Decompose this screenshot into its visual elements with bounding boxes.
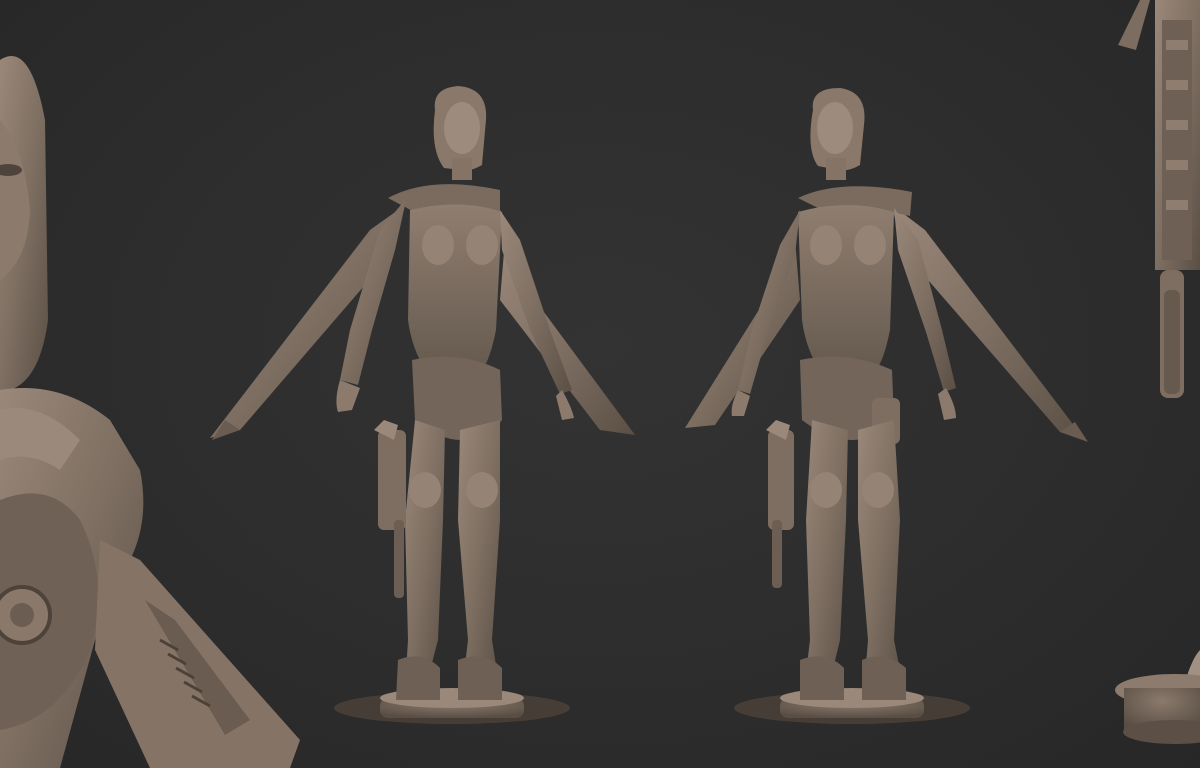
figure-view-front-left — [210, 86, 635, 724]
render-stage — [0, 0, 1200, 768]
figure-view-front-right — [685, 88, 1088, 724]
closeup-right-panel — [1115, 0, 1200, 744]
